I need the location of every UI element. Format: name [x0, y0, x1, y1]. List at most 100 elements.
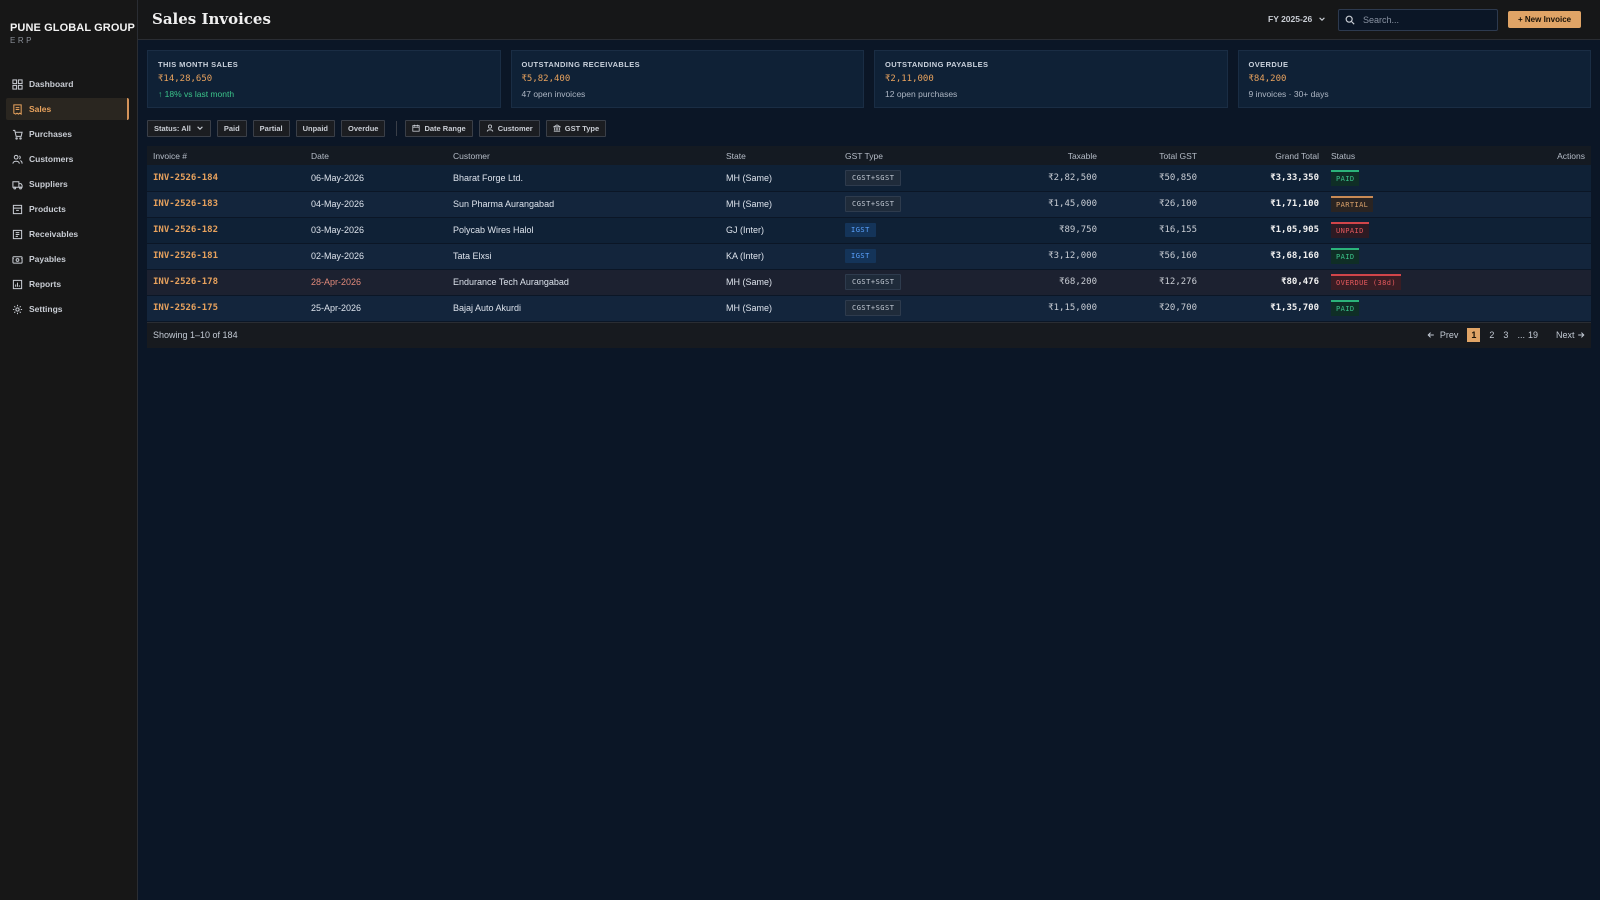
fy-label: FY 2025-26	[1268, 14, 1313, 24]
col-gst-type[interactable]: GST Type	[839, 146, 959, 165]
stat-value: ₹14,28,650	[158, 74, 213, 84]
filter-chip-partial[interactable]: Partial	[252, 119, 290, 137]
sidebar-item-label: Products	[29, 204, 66, 214]
actions-cell[interactable]	[1475, 165, 1591, 191]
sidebar-item-reports[interactable]: Reports	[6, 273, 131, 295]
gst-type-cell: CGST+SGST	[839, 191, 959, 217]
invoice-link[interactable]: INV-2526-178	[147, 269, 305, 295]
page-2[interactable]: 2	[1489, 330, 1494, 340]
col-status[interactable]: Status	[1325, 146, 1475, 165]
date-range-filter[interactable]: Date Range	[405, 119, 473, 137]
table-row[interactable]: INV-2526-181 02-May-2026 Tata Elxsi KA (Int…	[147, 243, 1591, 269]
user-icon	[486, 124, 493, 132]
fy-select[interactable]: FY 2025-26	[1268, 14, 1326, 24]
status-cell: UNPAID	[1325, 217, 1475, 243]
sidebar-item-receivables[interactable]: Receivables	[6, 223, 131, 245]
stat-card: THIS MONTH SALES ₹14,28,650 ↑ 18% vs last …	[147, 50, 501, 108]
sidebar-item-label: Customers	[29, 154, 74, 164]
arrow-left-icon	[1427, 332, 1435, 338]
filter-bar: Status: All Paid Partial Unpaid Overdue …	[147, 119, 612, 137]
stat-label: OVERDUE	[1248, 60, 1289, 69]
new-invoice-button[interactable]: + New Invoice	[1508, 11, 1582, 28]
invoice-link[interactable]: INV-2526-175	[147, 295, 305, 321]
filter-chip-overdue[interactable]: Overdue	[341, 119, 386, 137]
prev-page-button[interactable]: Prev	[1427, 330, 1458, 340]
customer-filter[interactable]: Customer	[478, 119, 540, 137]
sidebar-item-dashboard[interactable]: Dashboard	[6, 73, 131, 95]
dashboard-icon	[11, 78, 23, 90]
actions-cell[interactable]	[1475, 243, 1591, 269]
filter-chip-paid[interactable]: Paid	[216, 119, 247, 137]
customer-name: Endurance Tech Aurangabad	[453, 277, 569, 287]
table-row[interactable]: INV-2526-178 28-Apr-2026 Endurance Tech Au…	[147, 269, 1591, 295]
sidebar-item-products[interactable]: Products	[6, 198, 131, 220]
taxable-amount: ₹89,750	[1059, 225, 1097, 235]
invoice-link[interactable]: INV-2526-183	[147, 191, 305, 217]
col-total-gst[interactable]: Total GST	[1103, 146, 1203, 165]
status-filter-select[interactable]: Status: All	[147, 119, 211, 137]
table-row[interactable]: INV-2526-175 25-Apr-2026 Bajaj Auto Akurdi…	[147, 295, 1591, 321]
page-19[interactable]: 19	[1528, 330, 1538, 340]
bank-icon	[552, 124, 561, 132]
sidebar-item-settings[interactable]: Settings	[6, 298, 131, 320]
sidebar-item-label: Dashboard	[29, 79, 74, 89]
sidebar-item-suppliers[interactable]: Suppliers	[6, 173, 131, 195]
search-input[interactable]	[1363, 15, 1483, 25]
brand-sub: ERP	[10, 36, 34, 45]
col-customer[interactable]: Customer	[447, 146, 720, 165]
col-grand-total[interactable]: Grand Total	[1203, 146, 1325, 165]
sidebar-item-customers[interactable]: Customers	[6, 148, 131, 170]
status-filter-label: Status: All	[154, 123, 191, 133]
search-box[interactable]	[1338, 9, 1498, 31]
sidebar-item-sales[interactable]: Sales	[6, 98, 129, 120]
taxable-amount: ₹3,12,000	[1048, 251, 1097, 261]
invoice-date: 02-May-2026	[311, 251, 365, 261]
col-date[interactable]: Date	[305, 146, 447, 165]
total-gst-amount: ₹26,100	[1159, 199, 1197, 209]
customer-name: Bajaj Auto Akurdi	[453, 303, 522, 313]
gst-type-cell: CGST+SGST	[839, 295, 959, 321]
status-cell: PARTIAL	[1325, 191, 1475, 217]
sidebar-item-payables[interactable]: Payables	[6, 248, 131, 270]
invoice-date: 04-May-2026	[311, 199, 365, 209]
arrow-right-icon	[1578, 332, 1585, 338]
table-row[interactable]: INV-2526-183 04-May-2026 Sun Pharma Aurang…	[147, 191, 1591, 217]
page-1[interactable]: 1	[1467, 328, 1481, 342]
state: MH (Same)	[726, 199, 773, 209]
gear-icon	[11, 303, 23, 315]
invoice-date: 03-May-2026	[311, 225, 365, 235]
gst-type-filter[interactable]: GST Type	[545, 119, 607, 137]
gst-type-badge: IGST	[845, 249, 876, 263]
total-gst-amount: ₹50,850	[1159, 172, 1197, 183]
sidebar-item-purchases[interactable]: Purchases	[6, 123, 131, 145]
taxable-amount: ₹1,45,000	[1048, 199, 1097, 209]
actions-cell[interactable]	[1475, 191, 1591, 217]
invoice-link[interactable]: INV-2526-182	[147, 217, 305, 243]
table-row[interactable]: INV-2526-182 03-May-2026 Polycab Wires Hal…	[147, 217, 1591, 243]
invoice-link[interactable]: INV-2526-181	[147, 243, 305, 269]
gst-type-cell: CGST+SGST	[839, 165, 959, 191]
total-gst-amount: ₹56,160	[1159, 251, 1197, 261]
actions-cell[interactable]	[1475, 217, 1591, 243]
col-state[interactable]: State	[720, 146, 839, 165]
sidebar: PUNE GLOBAL GROUP ERP Dashboard Sales Purc…	[0, 0, 138, 900]
status-cell: OVERDUE (38d)	[1325, 269, 1475, 295]
invoice-link[interactable]: INV-2526-184	[147, 165, 305, 191]
next-page-button[interactable]: Next	[1547, 330, 1585, 340]
stat-sub: 47 open invoices	[521, 89, 586, 99]
stat-card: OUTSTANDING RECEIVABLES ₹5,82,400 47 open …	[510, 50, 864, 108]
top-header: Sales Invoices FY 2025-26 + New Invoice	[138, 0, 1600, 40]
filter-chip-unpaid[interactable]: Unpaid	[295, 119, 336, 137]
actions-cell[interactable]	[1475, 269, 1591, 295]
col-invoice[interactable]: Invoice #	[147, 146, 305, 165]
col-actions: Actions	[1557, 150, 1585, 161]
actions-cell[interactable]	[1475, 295, 1591, 321]
gst-type-badge: CGST+SGST	[845, 196, 902, 212]
col-taxable[interactable]: Taxable	[959, 146, 1103, 165]
status-badge: PAID	[1331, 169, 1360, 186]
table-row[interactable]: INV-2526-184 06-May-2026 Bharat Forge Ltd.…	[147, 165, 1591, 191]
sidebar-item-label: Reports	[29, 279, 62, 289]
customer-name: Bharat Forge Ltd.	[453, 172, 524, 183]
page-3[interactable]: 3	[1503, 330, 1508, 340]
stat-sub: 12 open purchases	[885, 89, 958, 99]
